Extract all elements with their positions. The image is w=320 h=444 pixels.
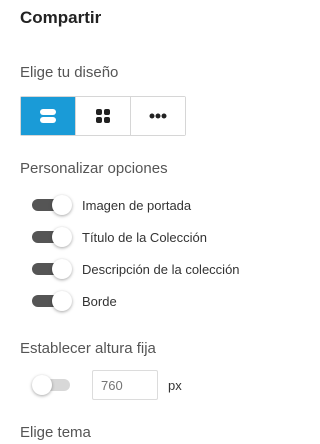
fixed-height-row: px: [32, 370, 182, 400]
toggle-row-collection-title: Título de la Colección: [32, 227, 208, 247]
height-unit-label: px: [168, 377, 182, 393]
cover-image-toggle[interactable]: [32, 195, 72, 215]
options-label: Personalizar opciones: [20, 160, 168, 177]
toggle-row-border: Borde: [32, 291, 117, 311]
page-title: Compartir: [20, 8, 102, 27]
toggle-row-collection-description: Descripción de la colección: [32, 259, 240, 279]
layout-label: Elige tu diseño: [20, 64, 119, 81]
collection-description-toggle[interactable]: [32, 259, 72, 279]
more-dots-icon: [149, 113, 167, 119]
grid-icon: [96, 109, 110, 123]
fixed-height-toggle[interactable]: [32, 375, 70, 395]
border-toggle[interactable]: [32, 291, 72, 311]
layout-grid-button[interactable]: [76, 97, 131, 135]
collection-title-label: Título de la Colección: [82, 229, 208, 245]
collection-description-label: Descripción de la colección: [82, 261, 240, 277]
cover-image-label: Imagen de portada: [82, 197, 192, 213]
layout-more-button[interactable]: [131, 97, 185, 135]
fixed-height-input[interactable]: [92, 370, 158, 400]
layout-selector: [20, 96, 186, 136]
stacked-rows-icon: [40, 109, 56, 123]
fixed-height-label: Establecer altura fija: [20, 340, 156, 357]
toggle-row-cover-image: Imagen de portada: [32, 195, 192, 215]
theme-label: Elige tema: [20, 424, 91, 441]
collection-title-toggle[interactable]: [32, 227, 72, 247]
layout-stacked-button[interactable]: [21, 97, 76, 135]
border-label: Borde: [82, 293, 117, 309]
